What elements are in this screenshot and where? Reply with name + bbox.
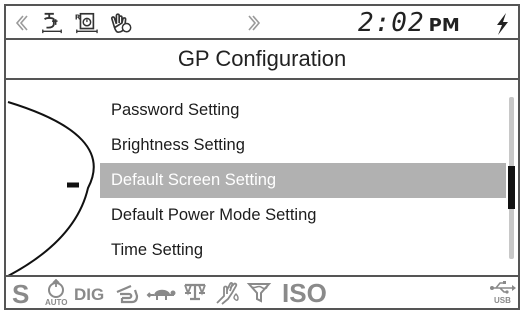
page-title: GP Configuration bbox=[6, 40, 518, 80]
filter-icon bbox=[246, 283, 272, 303]
lightning-bolt-icon bbox=[497, 13, 508, 35]
clock: 2:02 PM bbox=[358, 8, 460, 38]
clock-ampm: PM bbox=[428, 15, 460, 36]
s-indicator: S bbox=[12, 279, 30, 309]
prev-page-icon[interactable] bbox=[14, 11, 30, 35]
usb-icon bbox=[490, 281, 516, 294]
iso-indicator: ISO bbox=[282, 278, 327, 308]
menu-item-password-setting[interactable]: Password Setting bbox=[100, 93, 506, 128]
settings-menu: Password Setting Brightness Setting Defa… bbox=[100, 93, 506, 268]
next-page-icon[interactable] bbox=[246, 11, 262, 35]
clock-time: 2:02 bbox=[358, 8, 425, 38]
auto-icon bbox=[48, 279, 64, 298]
bottom-status-bar: S AUTO DIG ISO USB bbox=[6, 275, 518, 309]
menu-scrollbar[interactable] bbox=[508, 97, 515, 259]
gp-screen: R 2:02 PM GP Configuration Password Sett… bbox=[4, 4, 520, 310]
hand-water-icon bbox=[216, 282, 239, 305]
menu-item-default-power-mode-setting[interactable]: Default Power Mode Setting bbox=[100, 198, 506, 233]
menu-item-default-screen-setting[interactable]: Default Screen Setting bbox=[100, 163, 506, 198]
content-area: Password Setting Brightness Setting Defa… bbox=[6, 80, 518, 275]
dig-indicator: DIG bbox=[74, 285, 105, 304]
hand-touch-icon[interactable] bbox=[40, 11, 64, 35]
usb-label: USB bbox=[494, 296, 511, 305]
scrollbar-thumb[interactable] bbox=[508, 166, 515, 209]
dial-marker bbox=[67, 182, 79, 188]
turtle-icon bbox=[146, 289, 176, 300]
scale-icon bbox=[184, 283, 206, 301]
menu-item-brightness-setting[interactable]: Brightness Setting bbox=[100, 128, 506, 163]
pointing-hand-icon bbox=[116, 284, 139, 304]
auto-label: AUTO bbox=[45, 298, 68, 307]
status-bar: R 2:02 PM bbox=[6, 6, 518, 40]
scale-timer-icon[interactable]: R bbox=[73, 11, 99, 35]
menu-item-time-setting[interactable]: Time Setting bbox=[100, 233, 506, 268]
tap-icon[interactable] bbox=[108, 11, 134, 35]
